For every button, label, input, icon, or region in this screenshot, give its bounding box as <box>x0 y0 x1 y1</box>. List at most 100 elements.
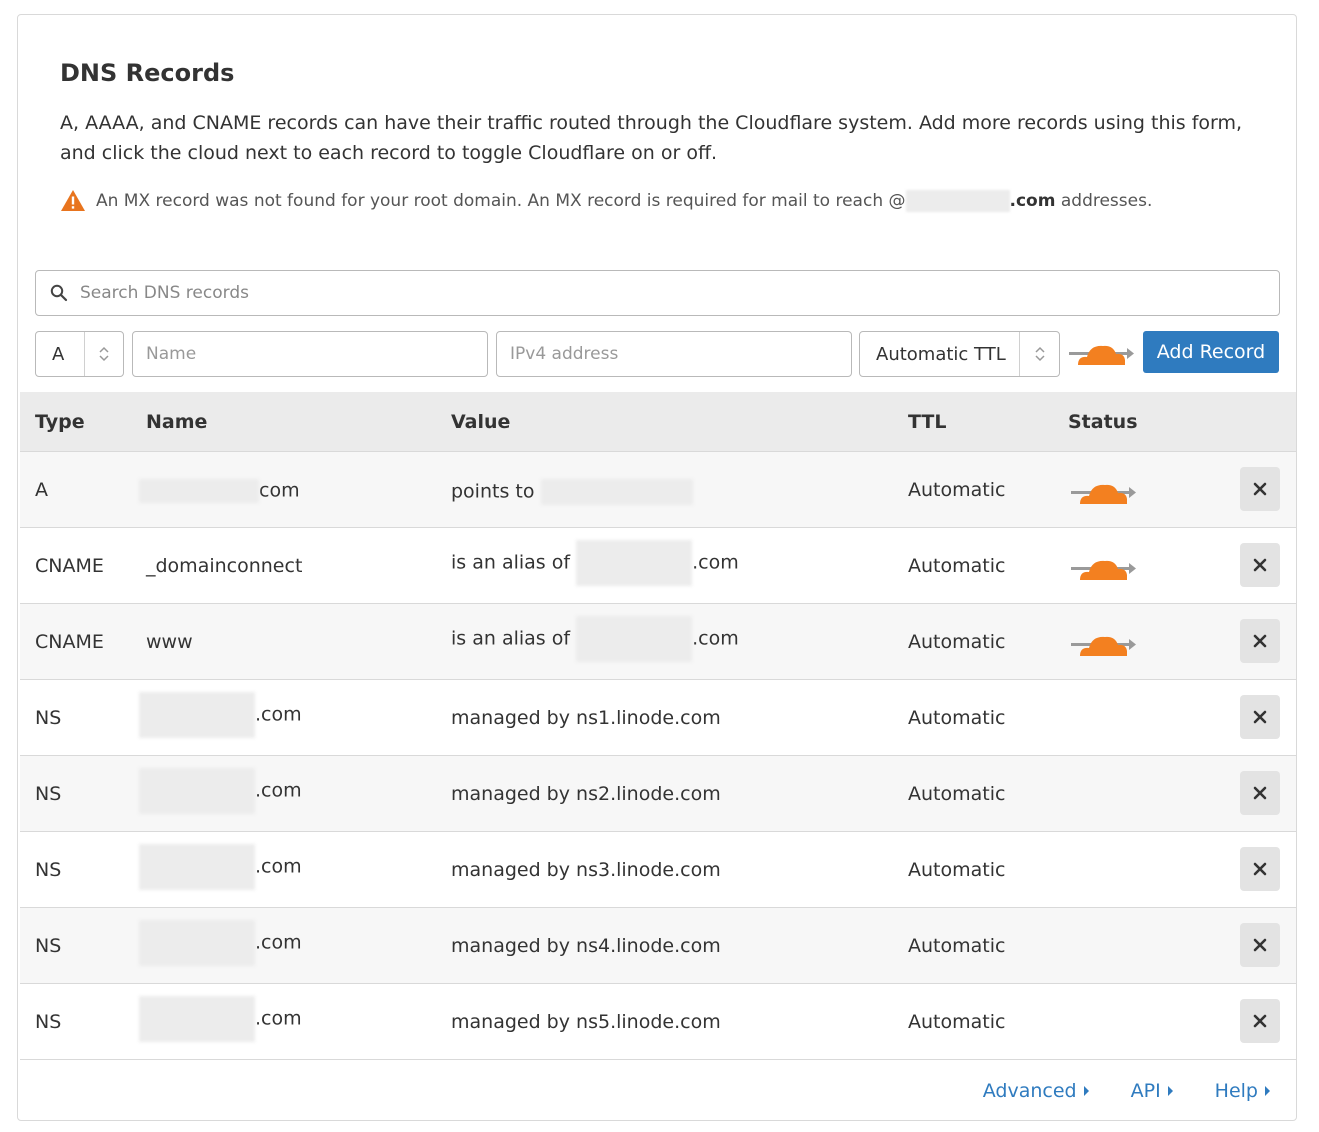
value-field[interactable] <box>496 331 852 377</box>
record-name-suffix: .com <box>255 931 302 954</box>
record-value[interactable]: managed by ns4.linode.com <box>451 935 721 957</box>
footer-links: Advanced API Help <box>983 1080 1270 1102</box>
close-icon <box>1253 938 1267 952</box>
record-value-prefix: managed by <box>451 1011 570 1033</box>
help-link-label: Help <box>1214 1080 1258 1102</box>
record-name[interactable]: www <box>146 631 193 653</box>
record-type: NS <box>35 859 62 881</box>
record-ttl[interactable]: Automatic <box>908 707 1005 729</box>
page-title: DNS Records <box>60 59 235 87</box>
api-link[interactable]: API <box>1131 1080 1173 1102</box>
add-record-button[interactable]: Add Record <box>1143 331 1279 373</box>
record-value-text: .com <box>692 551 739 574</box>
record-value[interactable]: managed by ns1.linode.com <box>451 707 721 729</box>
table-row: CNAME _domainconnect is an alias of .com Au… <box>20 528 1296 604</box>
record-name[interactable]: .com <box>139 996 302 1042</box>
close-icon <box>1253 862 1267 876</box>
close-icon <box>1253 710 1267 724</box>
record-name[interactable]: _domainconnect <box>146 555 302 577</box>
record-type: NS <box>35 1011 62 1033</box>
redacted-value <box>576 540 693 586</box>
column-ttl: TTL <box>908 411 947 433</box>
record-ttl[interactable]: Automatic <box>908 631 1005 653</box>
record-value-prefix: points to <box>451 480 535 503</box>
record-value-prefix: managed by <box>451 707 570 729</box>
record-value[interactable]: is an alias of .com <box>451 540 739 586</box>
record-type: NS <box>35 783 62 805</box>
redacted-domain <box>905 189 1010 212</box>
record-name[interactable]: com <box>139 479 300 503</box>
page-description: A, AAAA, and CNAME records can have thei… <box>60 112 1243 164</box>
record-name[interactable]: .com <box>139 844 302 890</box>
record-value-text: ns5.linode.com <box>576 1011 721 1033</box>
redacted-value <box>576 616 693 662</box>
record-value[interactable]: managed by ns3.linode.com <box>451 859 721 881</box>
warning-icon <box>61 190 85 211</box>
close-icon <box>1253 786 1267 800</box>
record-ttl[interactable]: Automatic <box>908 479 1005 501</box>
delete-record-button[interactable] <box>1240 771 1280 815</box>
record-value[interactable]: managed by ns5.linode.com <box>451 1011 721 1033</box>
record-ttl[interactable]: Automatic <box>908 935 1005 957</box>
ipv4-input[interactable] <box>510 344 817 364</box>
cloud-proxy-icon[interactable] <box>1071 554 1137 588</box>
api-link-label: API <box>1130 1080 1161 1102</box>
record-name-suffix: .com <box>255 779 302 802</box>
cloud-proxy-icon[interactable] <box>1071 630 1137 664</box>
search-input[interactable] <box>80 283 1279 303</box>
column-status: Status <box>1068 411 1138 433</box>
record-value-text: ns4.linode.com <box>576 935 721 957</box>
record-type: CNAME <box>35 631 104 653</box>
search-box[interactable] <box>35 270 1280 316</box>
record-value-prefix: is an alias of <box>451 627 571 650</box>
record-ttl[interactable]: Automatic <box>908 1011 1005 1033</box>
record-name[interactable]: .com <box>139 692 302 738</box>
table-row: NS .com managed by ns5.linode.com Automatic <box>20 984 1296 1060</box>
delete-record-button[interactable] <box>1240 999 1280 1043</box>
select-arrows-icon <box>83 332 123 376</box>
redacted-domain <box>139 996 255 1042</box>
delete-record-button[interactable] <box>1240 543 1280 587</box>
record-value-text: ns1.linode.com <box>576 707 721 729</box>
close-icon <box>1253 1014 1267 1028</box>
table-row: NS .com managed by ns1.linode.com Automatic <box>20 680 1296 756</box>
cloud-proxy-icon[interactable] <box>1071 478 1137 512</box>
table-row: NS .com managed by ns2.linode.com Automatic <box>20 756 1296 832</box>
select-arrows-icon <box>1019 332 1059 376</box>
dns-records-card: DNS Records A, AAAA, and CNAME records c… <box>17 14 1297 1121</box>
table-row: NS .com managed by ns3.linode.com Automatic <box>20 832 1296 908</box>
delete-record-button[interactable] <box>1240 847 1280 891</box>
warning-text-prefix: An MX record was not found for your root… <box>96 190 906 211</box>
cloud-proxy-icon[interactable] <box>1069 339 1135 369</box>
redacted-domain <box>139 768 255 814</box>
caret-right-icon <box>1265 1086 1270 1096</box>
redacted-value <box>540 479 693 505</box>
mx-warning: An MX record was not found for your root… <box>60 189 1152 212</box>
help-link[interactable]: Help <box>1215 1080 1270 1102</box>
record-type-value: A <box>52 343 65 365</box>
redacted-domain <box>139 479 259 503</box>
record-value[interactable]: points to <box>451 479 693 505</box>
record-ttl[interactable]: Automatic <box>908 783 1005 805</box>
record-name[interactable]: .com <box>139 920 302 966</box>
delete-record-button[interactable] <box>1240 619 1280 663</box>
column-type: Type <box>35 411 85 433</box>
record-value[interactable]: is an alias of .com <box>451 616 739 662</box>
name-field[interactable] <box>132 331 488 377</box>
ttl-select[interactable]: Automatic TTL <box>859 331 1060 377</box>
advanced-link-label: Advanced <box>982 1080 1077 1102</box>
delete-record-button[interactable] <box>1240 923 1280 967</box>
record-type: NS <box>35 707 62 729</box>
advanced-link[interactable]: Advanced <box>983 1080 1089 1102</box>
record-type-select[interactable]: A <box>35 331 124 377</box>
table-row: Acom points to Automatic <box>20 452 1296 528</box>
close-icon <box>1253 558 1267 572</box>
record-value[interactable]: managed by ns2.linode.com <box>451 783 721 805</box>
record-value-prefix: managed by <box>451 935 570 957</box>
name-input[interactable] <box>146 344 453 364</box>
delete-record-button[interactable] <box>1240 467 1280 511</box>
record-ttl[interactable]: Automatic <box>908 555 1005 577</box>
delete-record-button[interactable] <box>1240 695 1280 739</box>
record-name[interactable]: .com <box>139 768 302 814</box>
record-ttl[interactable]: Automatic <box>908 859 1005 881</box>
